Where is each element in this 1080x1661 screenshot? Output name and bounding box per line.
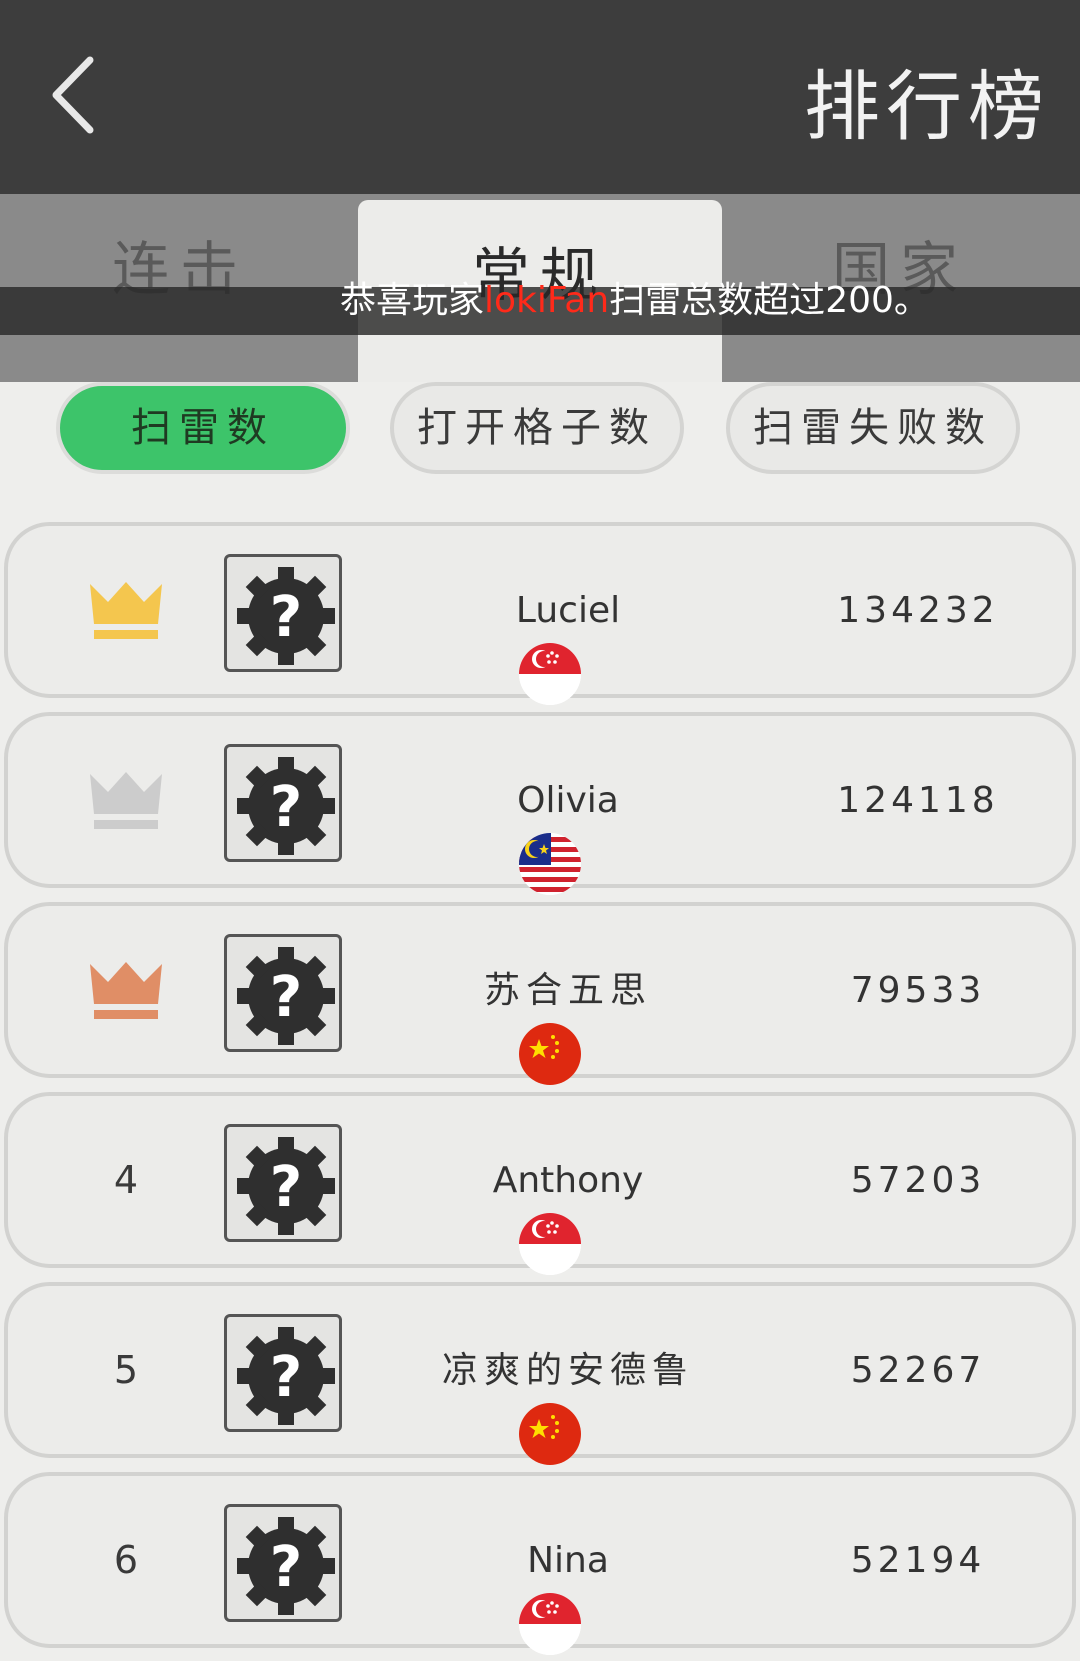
- rank-badge: [78, 760, 174, 840]
- player-score: 124118: [837, 780, 999, 821]
- svg-text:?: ?: [270, 1155, 302, 1220]
- svg-text:?: ?: [270, 1535, 302, 1600]
- player-name: 苏合五思: [483, 970, 652, 1011]
- tab-bar-bottom: [0, 335, 1080, 382]
- leaderboard-row[interactable]: ? 苏合五思 79533: [4, 902, 1076, 1085]
- leaderboard-row[interactable]: ? Olivia 124118: [4, 712, 1076, 895]
- bronze-crown-icon: [90, 962, 162, 1019]
- unknown-player-icon: ?: [237, 567, 335, 665]
- unknown-player-icon: ?: [237, 1327, 335, 1425]
- rank-number: 6: [113, 1538, 139, 1582]
- filter-cells-opened-button[interactable]: 打开格子数: [390, 382, 684, 474]
- avatar: ?: [224, 934, 581, 1085]
- svg-text:?: ?: [270, 585, 302, 650]
- svg-text:?: ?: [270, 775, 302, 840]
- player-score: 57203: [850, 1160, 986, 1201]
- leaderboard-row[interactable]: ? Luciel 134232: [4, 522, 1076, 705]
- avatar: ?: [224, 554, 581, 705]
- player-name: Olivia: [517, 780, 619, 821]
- active-tab-extension: [358, 335, 722, 382]
- unknown-player-icon: ?: [237, 757, 335, 855]
- rank-badge: [78, 950, 174, 1030]
- silver-crown-icon: [90, 772, 162, 829]
- leaderboard-row[interactable]: 6 ? Nina 52194: [4, 1472, 1076, 1655]
- player-name: Nina: [527, 1540, 609, 1581]
- chevron-left-icon: [52, 56, 94, 134]
- rank-badge: [78, 570, 174, 650]
- avatar: ?: [224, 1314, 581, 1465]
- player-name: Luciel: [515, 590, 621, 631]
- avatar: ?: [224, 1504, 581, 1655]
- player-score: 52194: [850, 1540, 986, 1581]
- player-score: 52267: [850, 1350, 986, 1391]
- player-name: 凉爽的安德鲁: [441, 1350, 694, 1391]
- rank-number: 4: [113, 1158, 139, 1202]
- player-score: 134232: [837, 590, 999, 631]
- top-bar: 排行榜: [0, 0, 1080, 194]
- avatar: ?: [224, 1124, 581, 1275]
- page-title: 排行榜: [804, 62, 1050, 151]
- unknown-player-icon: ?: [237, 947, 335, 1045]
- filter-failures-button[interactable]: 扫雷失败数: [726, 382, 1020, 474]
- unknown-player-icon: ?: [237, 1137, 335, 1235]
- svg-text:?: ?: [270, 965, 302, 1030]
- gold-crown-icon: [90, 582, 162, 639]
- unknown-player-icon: ?: [237, 1517, 335, 1615]
- rank-number: 5: [113, 1348, 139, 1392]
- filter-row: 扫雷数 打开格子数 扫雷失败数: [0, 382, 1080, 492]
- svg-text:?: ?: [270, 1345, 302, 1410]
- player-score: 79533: [850, 970, 986, 1011]
- back-button[interactable]: [40, 40, 150, 150]
- leaderboard-row[interactable]: 5 ? 凉爽的安德鲁 52267: [4, 1282, 1076, 1465]
- filter-mines-swept-button[interactable]: 扫雷数: [56, 382, 350, 474]
- leaderboard-row[interactable]: 4 ? Anthony 57203: [4, 1092, 1076, 1275]
- avatar: ?: [224, 744, 581, 895]
- player-name: Anthony: [492, 1160, 644, 1201]
